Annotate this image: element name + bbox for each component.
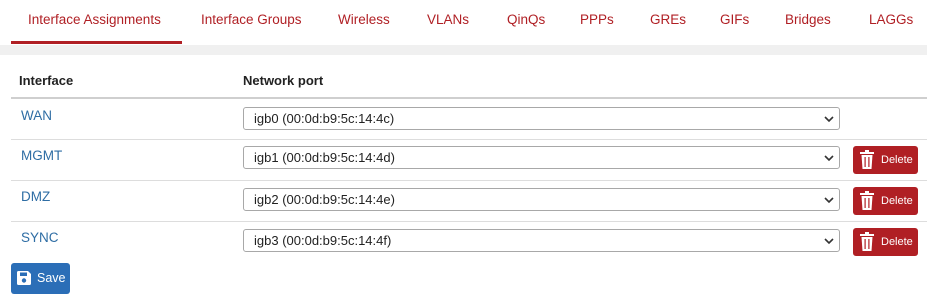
delete-label: Delete: [881, 195, 913, 207]
interface-link-mgmt[interactable]: MGMT: [21, 148, 62, 163]
trash-icon: [860, 232, 874, 251]
header-divider: [11, 97, 927, 99]
floppy-disk-icon: [17, 271, 31, 285]
active-tab-indicator: [11, 41, 182, 44]
select-value: igb3 (00:0d:b9:5c:14:4f): [254, 233, 392, 248]
tab-interface-groups[interactable]: Interface Groups: [201, 0, 302, 45]
trash-icon: [860, 191, 874, 210]
select-value: igb1 (00:0d:b9:5c:14:4d): [254, 150, 395, 165]
network-port-select-wan[interactable]: igb0 (00:0d:b9:5c:14:4c): [243, 107, 840, 130]
tab-qinqs[interactable]: QinQs: [507, 0, 545, 45]
select-value: igb0 (00:0d:b9:5c:14:4c): [254, 111, 395, 126]
interface-link-sync[interactable]: SYNC: [21, 230, 59, 245]
interface-assignments-panel: Interface Network port WAN igb0 (00:0d:b…: [0, 55, 927, 305]
tab-ppps[interactable]: PPPs: [580, 0, 614, 45]
tab-vlans[interactable]: VLANs: [427, 0, 469, 45]
column-header-interface: Interface: [19, 73, 74, 88]
chevron-down-icon: [824, 155, 834, 162]
tab-gres[interactable]: GREs: [650, 0, 686, 45]
row-divider: [11, 139, 927, 140]
chevron-down-icon: [824, 238, 834, 245]
column-header-network-port: Network port: [243, 73, 324, 88]
chevron-down-icon: [824, 116, 834, 123]
network-port-select-dmz[interactable]: igb2 (00:0d:b9:5c:14:4e): [243, 188, 840, 211]
save-button[interactable]: Save: [11, 263, 70, 294]
delete-label: Delete: [881, 154, 913, 166]
network-port-select-sync[interactable]: igb3 (00:0d:b9:5c:14:4f): [243, 229, 840, 252]
delete-button-mgmt[interactable]: Delete: [853, 146, 918, 174]
select-value: igb2 (00:0d:b9:5c:14:4e): [254, 192, 395, 207]
chevron-down-icon: [824, 197, 834, 204]
tab-laggs[interactable]: LAGGs: [869, 0, 913, 45]
trash-icon: [860, 150, 874, 169]
tab-gifs[interactable]: GIFs: [720, 0, 749, 45]
network-port-select-mgmt[interactable]: igb1 (00:0d:b9:5c:14:4d): [243, 146, 840, 169]
interface-link-dmz[interactable]: DMZ: [21, 189, 50, 204]
tab-bar: Interface Assignments Interface Groups W…: [0, 0, 927, 45]
interface-link-wan[interactable]: WAN: [21, 108, 52, 123]
save-label: Save: [37, 271, 66, 285]
tab-bridges[interactable]: Bridges: [785, 0, 831, 45]
delete-label: Delete: [881, 236, 913, 248]
row-divider: [11, 180, 927, 181]
row-divider: [11, 221, 927, 222]
delete-button-dmz[interactable]: Delete: [853, 187, 918, 215]
tab-wireless[interactable]: Wireless: [338, 0, 390, 45]
delete-button-sync[interactable]: Delete: [853, 228, 918, 256]
tab-interface-assignments[interactable]: Interface Assignments: [28, 0, 161, 45]
